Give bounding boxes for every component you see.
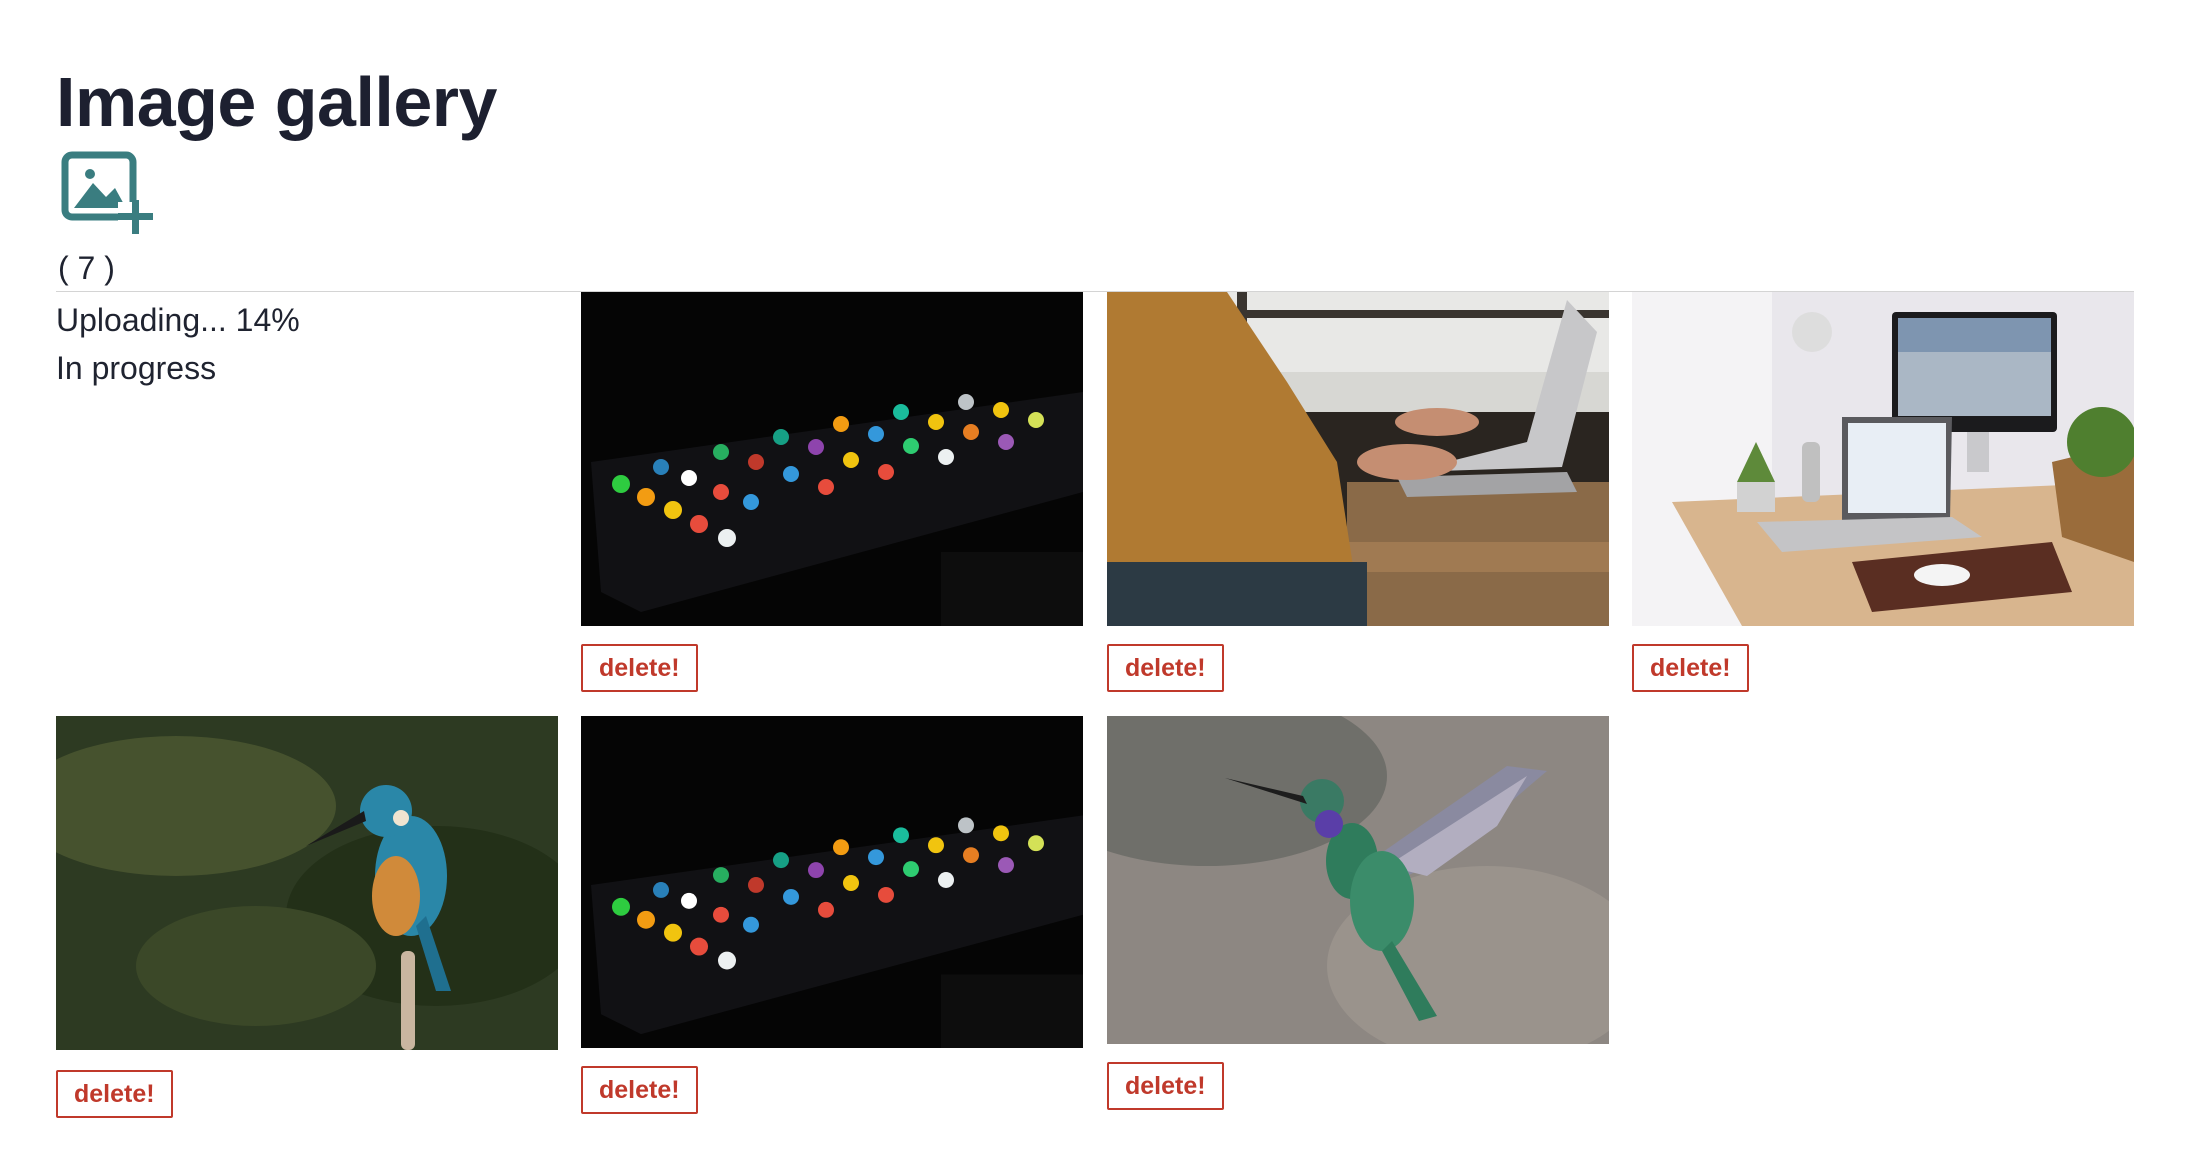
- upload-progress-text: Uploading... 14%: [56, 302, 300, 338]
- hummingbird-photo: [1107, 716, 1609, 1044]
- delete-button[interactable]: delete!: [1107, 644, 1224, 692]
- upload-state-text: In progress: [56, 350, 217, 386]
- gallery-item: delete!: [581, 292, 1083, 692]
- delete-button[interactable]: delete!: [1632, 644, 1749, 692]
- page-title: Image gallery: [56, 63, 497, 141]
- image-plus-icon: [61, 151, 153, 234]
- add-image-button[interactable]: [60, 150, 156, 236]
- kingfisher-photo: [56, 716, 558, 1050]
- gallery-image[interactable]: [581, 292, 1083, 626]
- gallery-item: delete!: [581, 716, 1083, 1114]
- phone-photo: [581, 292, 1083, 626]
- gallery-image[interactable]: [1107, 292, 1609, 626]
- phone-photo: [581, 716, 1083, 1048]
- gallery-item: delete!: [1107, 716, 1609, 1110]
- gallery-page: Image gallery ( 7 ) Uploading... 14% In …: [0, 0, 2190, 1154]
- gallery-image[interactable]: [1632, 292, 2134, 626]
- desk-workspace-photo: [1632, 292, 2134, 626]
- gallery-item: delete!: [1632, 292, 2134, 692]
- gallery-image[interactable]: [1107, 716, 1609, 1044]
- laptop-typing-photo: [1107, 292, 1609, 626]
- upload-status: Uploading... 14% In progress: [56, 296, 300, 392]
- gallery-item: delete!: [1107, 292, 1609, 692]
- delete-button[interactable]: delete!: [56, 1070, 173, 1118]
- image-count: ( 7 ): [58, 250, 115, 286]
- delete-button[interactable]: delete!: [1107, 1062, 1224, 1110]
- delete-button[interactable]: delete!: [581, 644, 698, 692]
- gallery-item: delete!: [56, 716, 558, 1118]
- gallery-image[interactable]: [581, 716, 1083, 1048]
- delete-button[interactable]: delete!: [581, 1066, 698, 1114]
- gallery-image[interactable]: [56, 716, 558, 1050]
